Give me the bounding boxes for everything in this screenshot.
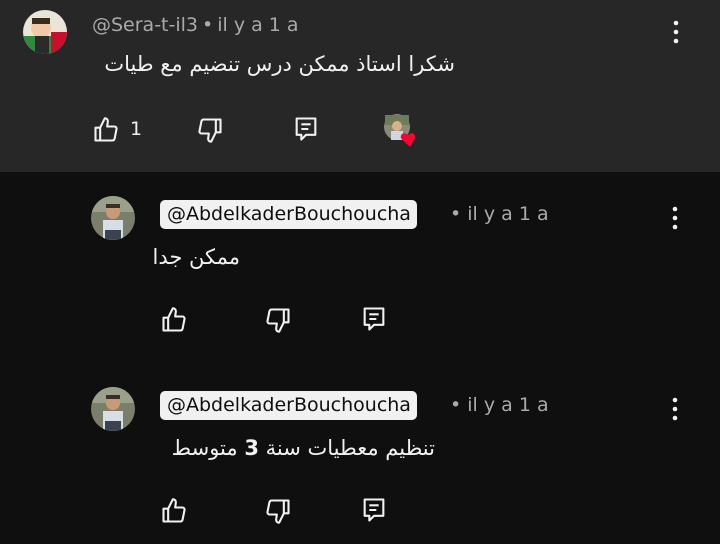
like-button[interactable] xyxy=(160,497,188,525)
avatar[interactable] xyxy=(23,10,67,54)
avatar[interactable] xyxy=(91,387,135,431)
timestamp[interactable]: il y a 1 a xyxy=(467,394,548,416)
comment-text-number: 3 xyxy=(244,436,259,460)
thumbs-up-icon xyxy=(162,307,186,332)
comment-meta: @Sera-t-il3 • il y a 1 a xyxy=(92,14,299,36)
more-vert-icon xyxy=(673,20,679,44)
comment-text: تنظيم معطيات سنة 3 متوسط xyxy=(172,436,435,460)
dislike-button[interactable] xyxy=(264,497,292,525)
more-vert-icon xyxy=(672,206,678,230)
timestamp[interactable]: il y a 1 a xyxy=(467,203,548,225)
top-comment: @Sera-t-il3 • il y a 1 a شكرا استاذ ممكن د… xyxy=(0,0,720,172)
comment-meta: • il y a 1 a xyxy=(450,394,549,416)
separator: • xyxy=(450,394,462,416)
thumbs-up-icon xyxy=(162,498,186,523)
dislike-button[interactable] xyxy=(264,306,292,334)
more-options-button[interactable] xyxy=(663,393,687,425)
comment-text-part: متوسط xyxy=(171,436,245,460)
more-options-button[interactable] xyxy=(664,16,688,48)
like-button[interactable] xyxy=(92,116,120,144)
separator: • xyxy=(202,14,214,36)
reply-icon xyxy=(295,117,317,141)
thumbs-up-icon xyxy=(94,117,118,142)
creator-heart xyxy=(383,113,423,149)
more-options-button[interactable] xyxy=(663,202,687,234)
thumbs-down-icon xyxy=(266,499,290,524)
avatar[interactable] xyxy=(91,196,135,240)
more-vert-icon xyxy=(672,397,678,421)
reply-button[interactable] xyxy=(360,496,388,524)
thumbs-down-icon xyxy=(198,118,222,143)
comment-text-part: تنظيم معطيات سنة xyxy=(258,436,435,460)
comment-meta: • il y a 1 a xyxy=(450,203,549,225)
separator: • xyxy=(450,203,462,225)
dislike-button[interactable] xyxy=(196,116,224,144)
heart-icon xyxy=(400,133,416,147)
reply-button[interactable] xyxy=(292,115,320,143)
reply-icon xyxy=(363,498,385,522)
reply-icon xyxy=(363,307,385,331)
comment-text: ممكن جدا xyxy=(152,245,241,269)
like-button[interactable] xyxy=(160,306,188,334)
reply-button[interactable] xyxy=(360,305,388,333)
author-name[interactable]: @AbdelkaderBouchoucha xyxy=(160,391,417,420)
timestamp[interactable]: il y a 1 a xyxy=(217,14,298,36)
author-name[interactable]: @Sera-t-il3 xyxy=(92,14,198,36)
thumbs-down-icon xyxy=(266,308,290,333)
like-count: 1 xyxy=(130,118,143,140)
author-name[interactable]: @AbdelkaderBouchoucha xyxy=(160,200,417,229)
comment-text: شكرا استاذ ممكن درس تنضيم مع طيات xyxy=(104,52,455,76)
